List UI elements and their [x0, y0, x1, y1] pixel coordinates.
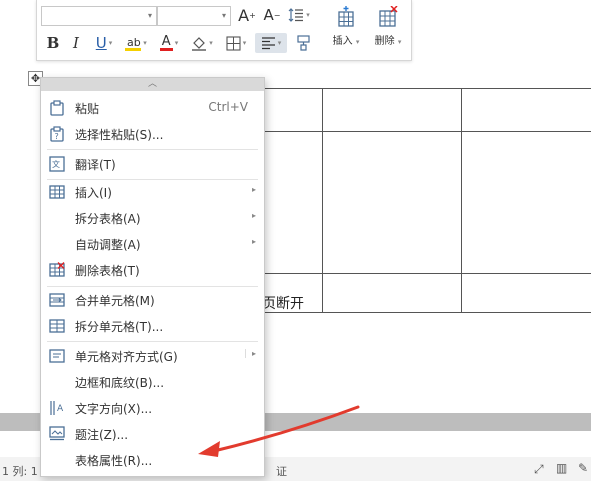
- highlighter-icon: ab: [125, 36, 142, 51]
- mini-toolbar: ▾ ▾ A + A − ▾ 插入 ▾ 删除 ▾ B I U ▾ ab ▾ A ▾…: [36, 0, 412, 61]
- menu-item-label: 拆分表格(A): [75, 212, 141, 226]
- menu-item-label: 合并单元格(M): [75, 294, 155, 308]
- menu-item-caption[interactable]: 题注(Z)...: [41, 422, 264, 446]
- font-grow-button[interactable]: A +: [237, 4, 257, 26]
- menu-item-text-direction[interactable]: A 文字方向(X)...: [41, 396, 264, 420]
- table-border: [262, 131, 591, 132]
- menu-item-cell-alignment[interactable]: 单元格对齐方式(G) ▸: [41, 344, 264, 368]
- font-shrink-button[interactable]: A −: [262, 4, 282, 26]
- svg-text:ab: ab: [127, 36, 141, 49]
- menu-item-label: 选择性粘贴(S)...: [75, 128, 164, 142]
- menu-item-label: 文字方向(X)...: [75, 402, 153, 416]
- menu-item-label: 拆分单元格(T)...: [75, 320, 164, 334]
- menu-separator: [47, 286, 258, 287]
- menu-scroll-up-button[interactable]: ︿: [41, 78, 264, 91]
- line-spacing-icon: [288, 8, 304, 22]
- menu-item-delete-table[interactable]: 删除表格(T): [41, 258, 264, 282]
- menu-item-split-table[interactable]: 拆分表格(A) ▸: [41, 206, 264, 230]
- menu-item-label: 粘贴: [75, 102, 100, 116]
- submenu-arrow-icon: ▸: [244, 349, 256, 358]
- layout-icon[interactable]: ⤢: [534, 462, 544, 477]
- menu-item-translate[interactable]: 文 翻译(T): [41, 152, 264, 176]
- paint-bucket-icon: [192, 37, 207, 51]
- format-painter-icon: [296, 35, 310, 51]
- insert-table-icon: [338, 6, 354, 27]
- menu-item-label: 题注(Z)...: [75, 428, 129, 442]
- translate-icon: 文: [49, 156, 65, 172]
- menu-item-paste-special[interactable]: ? 选择性粘贴(S)...: [41, 122, 264, 146]
- svg-text:?: ?: [55, 132, 59, 141]
- highlight-button[interactable]: ab ▾: [121, 32, 151, 54]
- borders-button[interactable]: ▾: [221, 32, 251, 54]
- menu-item-merge-cells[interactable]: 合并单元格(M): [41, 288, 264, 312]
- edit-icon[interactable]: ✎: [578, 461, 588, 475]
- font-name-select[interactable]: ▾: [41, 6, 157, 26]
- delete-table-icon: [379, 6, 398, 27]
- submenu-arrow-icon: ▸: [251, 237, 256, 246]
- table-border: [262, 312, 591, 313]
- menu-item-insert[interactable]: 插入(I) ▸: [41, 180, 264, 204]
- menu-item-autofit[interactable]: 自动调整(A) ▸: [41, 232, 264, 256]
- shortcut-text: Ctrl+V: [208, 100, 248, 114]
- menu-item-label: 表格属性(R)...: [75, 454, 153, 468]
- font-color-button[interactable]: A ▾: [155, 32, 183, 54]
- menu-item-label: 边框和底纹(B)...: [75, 376, 165, 390]
- delete-table-icon: [49, 262, 65, 277]
- borders-icon: [226, 35, 241, 51]
- table-border: [262, 88, 591, 89]
- menu-item-label: 自动调整(A): [75, 238, 141, 252]
- font-size-select[interactable]: ▾: [157, 6, 231, 26]
- svg-text:A: A: [57, 404, 64, 414]
- italic-button[interactable]: I: [69, 32, 83, 54]
- submenu-arrow-icon: ▸: [251, 211, 256, 220]
- insert-table-icon: [49, 185, 65, 199]
- context-menu: ︿ 粘贴 Ctrl+V ? 选择性粘贴(S)... 文 翻译(T) 插入(I): [40, 77, 265, 477]
- underline-button[interactable]: U ▾: [91, 32, 117, 54]
- paste-icon: [50, 100, 64, 116]
- text-direction-icon: A: [50, 401, 64, 415]
- menu-item-label: 删除表格(T): [75, 264, 140, 278]
- menu-item-paste[interactable]: 粘贴 Ctrl+V: [41, 96, 264, 120]
- status-mid: 证: [276, 465, 287, 478]
- table-border: [262, 273, 591, 274]
- menu-item-label: 翻译(T): [75, 158, 116, 172]
- menu-item-table-properties[interactable]: 表格属性(R)...: [41, 448, 264, 472]
- cell-alignment-icon: [49, 349, 65, 363]
- insert-button[interactable]: 插入 ▾: [329, 6, 363, 47]
- align-button[interactable]: ▾: [255, 33, 287, 53]
- page-view-icon[interactable]: ▥: [556, 461, 567, 475]
- split-cells-icon: [49, 319, 65, 333]
- menu-separator: [47, 149, 258, 150]
- align-left-icon: [261, 37, 275, 50]
- table-border: [322, 88, 323, 313]
- line-spacing-button[interactable]: ▾: [285, 4, 313, 26]
- delete-button[interactable]: 删除 ▾: [371, 6, 405, 47]
- menu-item-label: 单元格对齐方式(G): [75, 350, 178, 364]
- merge-cells-icon: [49, 293, 65, 307]
- menu-separator: [47, 341, 258, 342]
- shading-button[interactable]: ▾: [187, 32, 217, 54]
- paste-special-icon: ?: [50, 126, 64, 142]
- caption-icon: [49, 426, 65, 441]
- svg-text:文: 文: [52, 159, 60, 169]
- table-border: [461, 88, 462, 313]
- status-position: 1 列: 1: [2, 465, 38, 478]
- format-painter-button[interactable]: [293, 32, 313, 54]
- submenu-arrow-icon: ▸: [251, 185, 256, 194]
- bold-button[interactable]: B: [45, 32, 61, 54]
- menu-item-borders-shading[interactable]: 边框和底纹(B)...: [41, 370, 264, 394]
- menu-item-split-cells[interactable]: 拆分单元格(T)...: [41, 314, 264, 338]
- menu-item-label: 插入(I): [75, 186, 112, 200]
